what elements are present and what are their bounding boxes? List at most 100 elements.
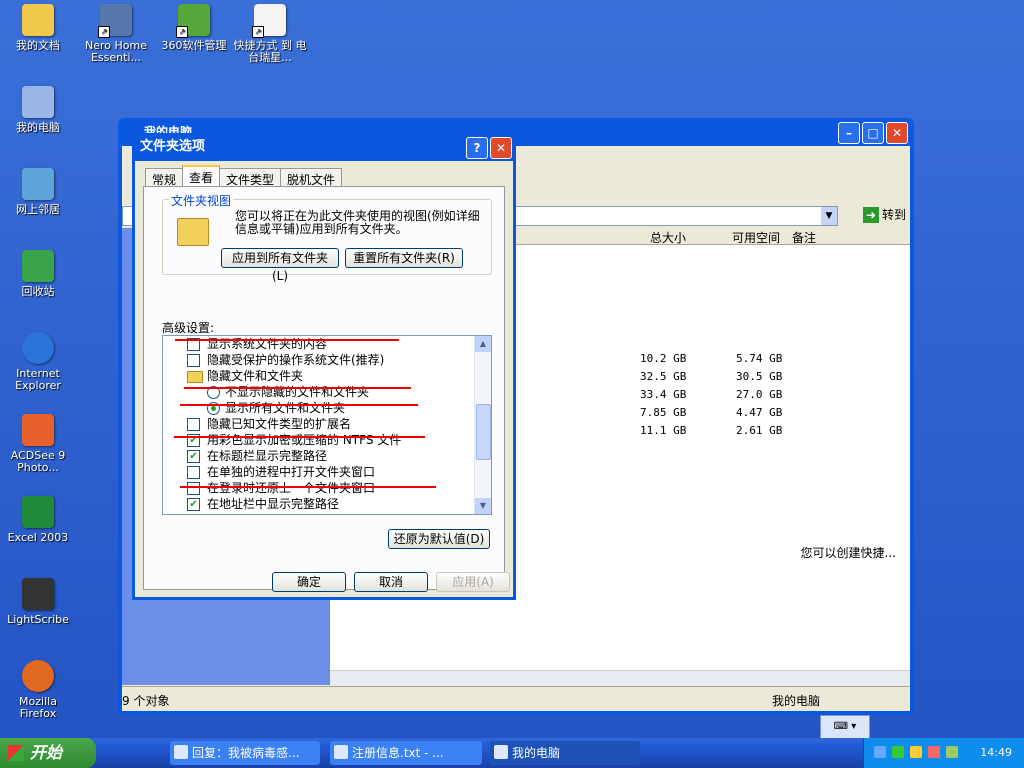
horizontal-scrollbar[interactable] (330, 670, 910, 685)
drive-total: 7.85 GB (640, 406, 687, 419)
desktop-icon-lightscribe[interactable]: LightScribe (0, 578, 76, 626)
advanced-settings-label: 高级设置: (162, 321, 215, 335)
checkbox-restore-windows[interactable] (187, 482, 200, 495)
network-icon (22, 168, 54, 200)
setting-label: 在登录时还原上一个文件夹窗口 (207, 481, 376, 495)
hint-text: 您可以创建快捷... (800, 546, 896, 560)
document-icon: ↗ (252, 4, 286, 38)
task-notepad[interactable]: 注册信息.txt - ... (330, 741, 482, 765)
column-comment[interactable]: 备注 (792, 229, 816, 246)
desktop-icon-ie[interactable]: Internet Explorer (0, 332, 76, 392)
firefox-icon (22, 660, 54, 692)
folder-views-description: 您可以将正在为此文件夹使用的视图(例如详细信息或平铺)应用到所有文件夹。 (235, 209, 480, 236)
setting-group-label: 隐藏文件和文件夹 (207, 369, 304, 383)
apply-button[interactable]: 应用(A) (436, 572, 510, 592)
tab-general[interactable]: 常规 (145, 168, 184, 187)
annotation-underline (174, 436, 425, 438)
setting-label: 隐藏已知文件类型的扩展名 (207, 417, 352, 431)
taskbar: 开始 回复：我被病毒感... 注册信息.txt - ... 我的电脑 14:49 (0, 738, 1024, 768)
column-total-size[interactable]: 总大小 (650, 229, 686, 246)
desktop-icon-my-documents[interactable]: 我的文档 (0, 4, 76, 52)
excel-icon (22, 496, 54, 528)
camera-icon (22, 414, 54, 446)
status-count: 9 个对象 (122, 694, 170, 708)
desktop-icon-my-computer[interactable]: 我的电脑 (0, 86, 76, 134)
reset-all-folders-button[interactable]: 重置所有文件夹(R) (345, 248, 463, 268)
minimize-button[interactable]: – (838, 122, 860, 144)
folder-views-legend: 文件夹视图 (169, 192, 234, 209)
network-icon[interactable] (874, 746, 886, 758)
task-my-computer[interactable]: 我的电脑 (490, 741, 640, 765)
desktop-icon-firefox[interactable]: Mozilla Firefox (0, 660, 76, 720)
drive-total: 32.5 GB (640, 370, 687, 383)
drive-total: 10.2 GB (640, 352, 687, 365)
setting-label: 在单独的进程中打开文件夹窗口 (207, 465, 376, 479)
start-button[interactable]: 开始 (0, 738, 96, 768)
go-button[interactable]: ➜ 转到 (862, 206, 906, 223)
window-icon (174, 745, 188, 759)
clock[interactable]: 14:49 (980, 746, 1012, 759)
scroll-thumb[interactable] (476, 404, 491, 460)
antivirus-icon[interactable] (892, 746, 904, 758)
help-button[interactable]: ? (466, 137, 488, 159)
dialog-body: 常规 查看 文件类型 脱机文件 文件夹视图 您可以将正在为此文件夹使用的视图(例… (135, 161, 513, 597)
windows-logo-icon (8, 745, 24, 761)
task-reply-email[interactable]: 回复：我被病毒感... (170, 741, 320, 765)
folder-view-icon (177, 218, 209, 246)
maximize-button[interactable]: □ (862, 122, 884, 144)
go-arrow-icon: ➜ (862, 207, 879, 223)
dialog-title: 文件夹选项 (140, 139, 206, 154)
annotation-underline (180, 404, 418, 406)
360-software-icon: ↗ (176, 4, 210, 38)
setting-label: 在地址栏中显示完整路径 (207, 497, 340, 511)
apply-to-all-folders-button[interactable]: 应用到所有文件夹(L) (221, 248, 339, 283)
lightscribe-icon (22, 578, 54, 610)
settings-scrollbar[interactable]: ▲ ▼ (474, 336, 491, 514)
desktop-icon-acdsee[interactable]: ACDSee 9 Photo... (0, 414, 76, 474)
annotation-underline (184, 387, 411, 389)
drive-free: 2.61 GB (736, 424, 783, 437)
checkbox-separate-process[interactable] (187, 466, 200, 479)
tray-app-icon[interactable] (946, 746, 958, 758)
folder-views-group: 文件夹视图 您可以将正在为此文件夹使用的视图(例如详细信息或平铺)应用到所有文件… (162, 192, 492, 283)
checkbox-full-path-address[interactable]: ✔ (187, 498, 200, 511)
checkbox-hide-extensions[interactable] (187, 418, 200, 431)
close-button[interactable]: ✕ (886, 122, 908, 144)
notepad-icon (334, 745, 348, 759)
tab-file-types[interactable]: 文件类型 (219, 168, 282, 187)
chevron-down-icon[interactable]: ▼ (475, 498, 491, 514)
column-free-space[interactable]: 可用空间 (732, 229, 780, 246)
ok-button[interactable]: 确定 (272, 572, 346, 592)
dialog-close-button[interactable]: ✕ (490, 137, 512, 159)
tab-view[interactable]: 查看 (182, 165, 221, 188)
folder-options-dialog[interactable]: 文件夹选项 ? ✕ 常规 查看 文件类型 脱机文件 文件夹视图 您可以将正在为此… (132, 133, 516, 600)
restore-defaults-button[interactable]: 还原为默认值(D) (388, 529, 490, 549)
desktop-icon-excel[interactable]: Excel 2003 (0, 496, 76, 544)
drive-free: 27.0 GB (736, 388, 783, 401)
chevron-down-icon[interactable]: ▼ (821, 207, 837, 225)
setting-label: 在标题栏显示完整路径 (207, 449, 328, 463)
desktop-icon-shortcut-radio[interactable]: ↗ 快捷方式 到 电台瑞星... (232, 4, 308, 64)
nero-icon: ↗ (98, 4, 132, 38)
tab-bar: 常规 查看 文件类型 脱机文件 (145, 165, 343, 188)
desktop-icon-recycle-bin[interactable]: 回收站 (0, 250, 76, 298)
checkbox-full-path-title[interactable]: ✔ (187, 450, 200, 463)
computer-icon (494, 745, 508, 759)
annotation-underline (175, 339, 399, 341)
desktop-icon-360-software[interactable]: ↗ 360软件管理 (156, 4, 232, 52)
security-icon[interactable] (928, 746, 940, 758)
tab-offline-files[interactable]: 脱机文件 (280, 168, 343, 187)
desktop-icon-nero[interactable]: ↗ Nero Home Essenti... (78, 4, 154, 64)
system-tray: 14:49 (863, 738, 1024, 768)
language-bar[interactable]: ⌨ ▾ (820, 715, 870, 739)
drive-total: 33.4 GB (640, 388, 687, 401)
checkbox-hide-protected-files[interactable] (187, 354, 200, 367)
chevron-up-icon[interactable]: ▲ (475, 336, 491, 352)
shield-icon[interactable] (910, 746, 922, 758)
annotation-underline (180, 486, 436, 488)
cancel-button[interactable]: 取消 (354, 572, 428, 592)
drive-free: 5.74 GB (736, 352, 783, 365)
recycle-bin-icon (22, 250, 54, 282)
advanced-settings-list[interactable]: 显示系统文件夹的内容 隐藏受保护的操作系统文件(推荐) 隐藏文件和文件夹 不显示… (162, 335, 492, 515)
desktop-icon-network[interactable]: 网上邻居 (0, 168, 76, 216)
